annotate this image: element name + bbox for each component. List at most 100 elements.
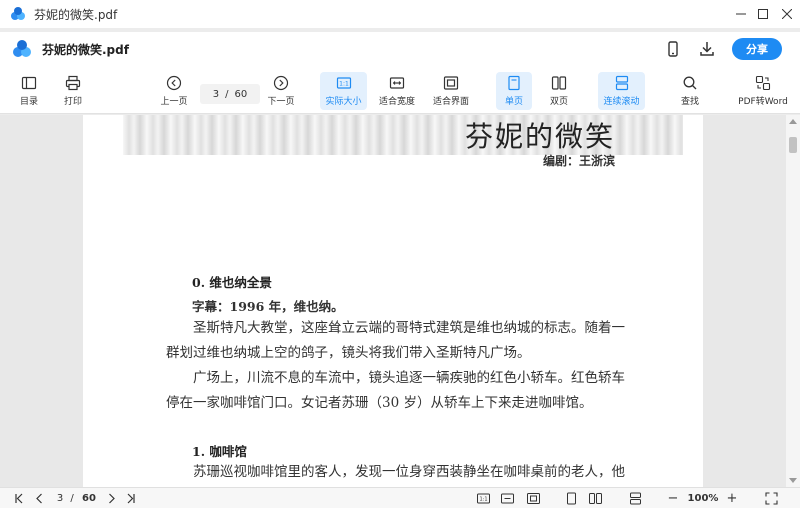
continuous-scroll-icon (615, 75, 628, 91)
last-page-button[interactable] (123, 491, 137, 505)
svg-text:1:1: 1:1 (339, 81, 349, 88)
page-number-box[interactable]: 3 / 60 (200, 84, 260, 104)
printer-icon (65, 75, 81, 91)
document-title: 芬妮的微笑.pdf (42, 42, 129, 57)
pdf-page: 芬妮的微笑 编剧：王浙滨 0. 维也纳全景 字幕：1996 年，维也纳。 圣斯特… (83, 115, 703, 487)
status-current-page[interactable]: 3 (54, 491, 66, 505)
zoom-in-button[interactable]: + (725, 491, 739, 506)
pdf-to-word-icon (755, 75, 771, 91)
search-button[interactable]: 查找 (672, 72, 708, 110)
book-title: 芬妮的微笑 (465, 120, 616, 153)
chevron-right-icon (108, 493, 115, 503)
double-page-label: 双页 (549, 97, 568, 107)
zoom-level[interactable]: 100% (686, 491, 720, 505)
window-title: 芬妮的微笑.pdf (34, 7, 118, 22)
actual-size-label: 实际大小 (325, 97, 362, 107)
next-page-button[interactable]: 下一页 (263, 72, 299, 110)
continuous-scroll-button[interactable]: 连续滚动 (598, 72, 645, 110)
scroll-up-icon[interactable] (789, 119, 797, 124)
continuous-scroll-icon (629, 492, 641, 504)
paragraph: 苏珊巡视咖啡馆里的客人，发现一位身穿西装静坐在咖啡桌前的老人，他 (166, 460, 636, 485)
status-bar: 3 / 60 1:1 − 100% + (0, 487, 800, 508)
chevron-left-icon (35, 493, 42, 503)
single-page-icon (566, 492, 576, 504)
fit-width-small-button[interactable] (500, 491, 514, 505)
print-button[interactable]: 打印 (56, 72, 90, 110)
fit-page-icon (443, 76, 459, 90)
zoom-out-button[interactable]: − (666, 491, 680, 506)
double-page-button[interactable]: 双页 (541, 72, 577, 110)
maximize-icon (758, 9, 768, 19)
fit-width-icon (500, 493, 514, 503)
prev-page-button[interactable]: 上一页 (156, 72, 192, 110)
current-page-input[interactable]: 3 (213, 89, 219, 100)
mobile-icon[interactable] (664, 40, 682, 58)
fit-page-label: 适合界面 (432, 97, 469, 107)
paragraph-line: 停在一家咖啡馆门口。女记者苏珊（30 岁）从轿车上下来走进咖啡馆。 (166, 395, 593, 411)
vertical-scrollbar[interactable] (786, 115, 800, 487)
double-page-icon (588, 492, 602, 504)
paragraph-line: 苏珊巡视咖啡馆里的客人，发现一位身穿西装静坐在咖啡桌前的老人，他 (193, 464, 625, 480)
single-page-button[interactable]: 单页 (496, 72, 532, 110)
prev-page-label: 上一页 (160, 97, 188, 107)
minimize-icon (736, 13, 746, 15)
double-page-small-button[interactable] (588, 491, 602, 505)
svg-text:1:1: 1:1 (479, 496, 487, 502)
window-title-bar: 芬妮的微笑.pdf (0, 0, 800, 28)
search-label: 查找 (680, 97, 699, 107)
next-page-label: 下一页 (267, 97, 295, 107)
paragraph-line: 圣斯特凡大教堂，这座耸立云端的哥特式建筑是维也纳城的标志。随着一 (193, 320, 625, 336)
app-logo-icon (11, 7, 25, 20)
close-icon (782, 9, 792, 19)
double-page-icon (551, 76, 567, 90)
section-heading: 0. 维也纳全景 (192, 275, 272, 290)
download-icon[interactable] (698, 40, 716, 58)
chevron-left-circle-icon (166, 75, 182, 91)
fit-page-button[interactable]: 适合界面 (428, 72, 474, 110)
print-label: 打印 (63, 97, 82, 107)
single-page-small-button[interactable] (564, 491, 578, 505)
toc-button[interactable]: 目录 (12, 72, 46, 110)
fullscreen-icon (764, 491, 778, 505)
page-separator: / (225, 88, 229, 100)
last-page-icon (127, 493, 135, 503)
actual-size-icon: 1:1 (476, 493, 490, 503)
continuous-scroll-small-button[interactable] (628, 491, 642, 505)
close-button[interactable] (770, 0, 800, 28)
continuous-scroll-label: 连续滚动 (603, 97, 640, 107)
actual-size-button[interactable]: 1:1 实际大小 (320, 72, 367, 110)
status-total-pages: 60 (82, 492, 96, 504)
app-logo-icon (13, 40, 31, 57)
total-pages: 60 (234, 88, 248, 100)
pdf-to-word-label: PDF转Word (738, 97, 788, 107)
first-page-icon (14, 493, 22, 503)
toc-label: 目录 (19, 97, 38, 107)
toc-icon (21, 76, 37, 90)
fit-width-label: 适合宽度 (378, 97, 415, 107)
actual-size-small-button[interactable]: 1:1 (476, 491, 490, 505)
pdf-to-word-button[interactable]: PDF转Word (736, 72, 790, 110)
editor-credit: 编剧：王浙滨 (543, 154, 616, 168)
paragraph-line: 广场上，川流不息的车流中，镜头追逐一辆疾驰的红色小轿车。红色轿车 (193, 370, 625, 386)
single-page-label: 单页 (504, 97, 523, 107)
paragraph-line: 群划过维也纳城上空的鸽子，镜头将我们带入圣斯特凡广场。 (166, 345, 531, 361)
document-viewer[interactable]: 芬妮的微笑 编剧：王浙滨 0. 维也纳全景 字幕：1996 年，维也纳。 圣斯特… (0, 115, 786, 487)
search-icon (683, 76, 697, 90)
paragraph: 圣斯特凡大教堂，这座耸立云端的哥特式建筑是维也纳城的标志。随着一 群划过维也纳城… (166, 316, 636, 416)
scrollbar-thumb[interactable] (789, 137, 797, 153)
chevron-right-circle-icon (273, 75, 289, 91)
share-button[interactable]: 分享 (732, 38, 782, 60)
scene-caption: 字幕：1996 年，维也纳。 (192, 299, 344, 314)
fit-width-button[interactable]: 适合宽度 (374, 72, 420, 110)
next-page-small-button[interactable] (104, 491, 118, 505)
fit-width-icon (389, 77, 405, 89)
fit-page-small-button[interactable] (526, 491, 540, 505)
scroll-down-icon[interactable] (789, 478, 797, 483)
prev-page-small-button[interactable] (32, 491, 46, 505)
first-page-button[interactable] (12, 491, 26, 505)
single-page-icon (508, 75, 520, 91)
fullscreen-button[interactable] (764, 491, 778, 505)
actual-size-icon: 1:1 (336, 77, 351, 89)
fit-page-icon (526, 492, 540, 504)
section-heading: 1. 咖啡馆 (192, 444, 247, 459)
